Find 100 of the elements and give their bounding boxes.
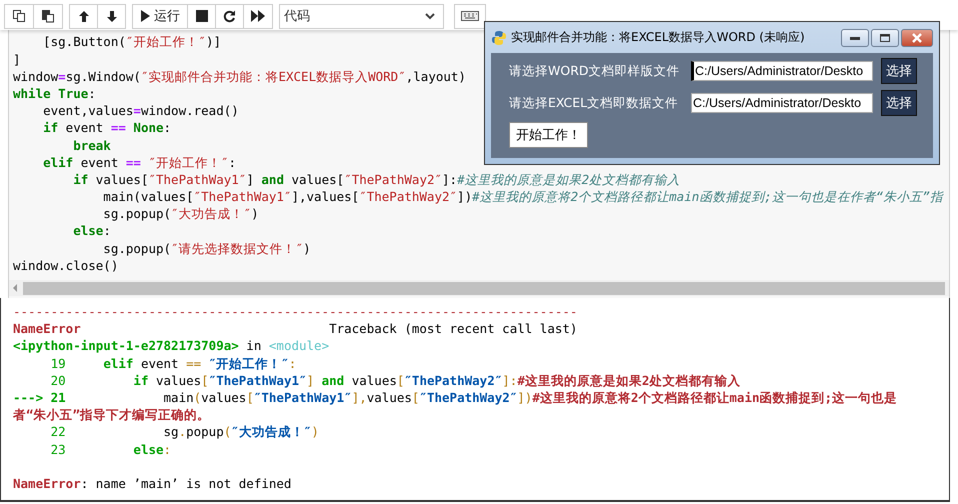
code-text: ] <box>13 52 21 67</box>
arrow-down-icon <box>106 10 118 22</box>
code-text: --------------------------------------------------------------------------- <box>13 304 578 319</box>
code-text: event,values <box>42 103 134 118</box>
code-text: if <box>72 172 88 187</box>
code-text: #这里我的原意将2个文档路径都让main函数捕捉到;这一句也是 <box>532 390 898 405</box>
code-text: Traceback (most recent call last) <box>328 321 578 336</box>
code-text: sg.Window( <box>66 68 141 84</box>
code-text: values <box>350 372 397 388</box>
code-text: NameError <box>13 321 81 336</box>
code-text: #这里我的原意是如果2处文档都有输入 <box>517 372 740 388</box>
code-text: ″开始工作！″ <box>126 34 206 50</box>
code-text: : <box>164 120 172 136</box>
start-button[interactable]: 开始工作！ <box>509 122 588 148</box>
horizontal-scrollbar[interactable] <box>9 280 949 296</box>
code-text: : <box>88 86 96 101</box>
code-text: True <box>57 86 88 101</box>
minimize-button[interactable] <box>841 28 869 46</box>
code-text: : name ’main’ is not defined <box>80 476 292 491</box>
code-text: popup <box>186 424 224 440</box>
code-text: ″ThePathWay1″ <box>194 189 292 204</box>
code-text: #这里我的原意是如果2处文档都有输入 <box>457 172 680 187</box>
code-text: : <box>164 442 172 456</box>
close-button[interactable] <box>901 28 933 46</box>
code-text: ) <box>311 424 319 440</box>
code-text: window.close() <box>13 258 118 273</box>
code-text: == <box>110 120 126 136</box>
copy-button[interactable] <box>4 4 34 28</box>
code-text: values <box>201 390 246 405</box>
code-text: )] <box>206 34 222 50</box>
code-text: sg.popup( <box>102 240 172 256</box>
stop-button[interactable] <box>187 4 216 28</box>
code-text: ″ThePathWay2″ <box>359 189 458 204</box>
code-text: ) <box>303 240 311 256</box>
fast-forward-icon <box>251 10 265 22</box>
arrow-down-button[interactable] <box>97 4 126 28</box>
code-text: ---> 21 <box>13 390 66 405</box>
cell-type-dropdown[interactable]: 代码 <box>279 4 444 28</box>
code-text: 23 <box>50 442 66 456</box>
code-text: ( <box>224 424 232 440</box>
paste-icon <box>41 9 55 23</box>
field-label: 请选择EXCEL文档即数据文件 <box>509 94 680 112</box>
code-text: ″ThePathWay1″ <box>148 172 246 187</box>
restart-icon <box>223 10 236 22</box>
code-text: ]: <box>502 372 518 388</box>
code-text: elif <box>42 154 74 170</box>
code-text: ]: <box>442 172 458 187</box>
path-input-field[interactable]: C:/Users/Administrator/Deskto <box>691 61 873 81</box>
code-text: == <box>186 356 202 371</box>
arrow-up-icon <box>78 10 90 22</box>
code-text: [sg.Button( <box>42 34 126 50</box>
code-text: main(values[ <box>102 189 194 204</box>
code-text: ″大功告成！″ <box>231 424 312 440</box>
maximize-button[interactable] <box>871 28 899 46</box>
code-text: sg <box>162 424 179 440</box>
snake-logo-icon <box>491 30 507 46</box>
code-text: = <box>133 103 141 118</box>
code-text: ]) <box>517 390 532 405</box>
code-text: and <box>320 372 344 388</box>
code-text: event <box>80 154 120 170</box>
code-text: <ipython-input-1-e2782173709a> <box>13 338 239 354</box>
code-text: ]) <box>457 189 472 204</box>
minimize-icon <box>850 36 860 40</box>
code-text: 20 <box>50 372 66 388</box>
keyboard-button[interactable] <box>454 4 486 28</box>
code-text: : <box>103 223 111 238</box>
run-button[interactable]: 运行 <box>132 4 188 28</box>
restart-button[interactable] <box>215 4 244 28</box>
chevron-down-icon <box>425 12 435 20</box>
browse-button[interactable]: 选择 <box>881 58 917 84</box>
code-text: ] <box>306 372 314 388</box>
code-text: else <box>132 442 164 456</box>
code-text: and <box>261 172 284 187</box>
code-text: 19 <box>50 356 66 371</box>
code-text: ″开始工作！″ <box>208 356 289 371</box>
copy-icon <box>12 9 26 23</box>
code-text: elif <box>102 356 134 371</box>
arrow-up-button[interactable] <box>69 4 98 28</box>
code-text: : <box>228 154 236 170</box>
code-text: [ <box>201 372 209 388</box>
code-text: if <box>132 372 148 388</box>
code-text: 22 <box>50 424 66 440</box>
code-text: ″实现邮件合并功能：将EXCEL数据导入WORD″ <box>140 68 406 84</box>
code-text: main <box>162 390 194 405</box>
path-input-field[interactable]: C:/Users/Administrator/Deskto <box>691 93 873 113</box>
scrollbar-thumb[interactable] <box>23 282 945 294</box>
code-text: . <box>178 424 186 440</box>
code-text: ″开始工作！″ <box>147 154 229 170</box>
code-text: NameError <box>13 476 81 491</box>
fast-forward-button[interactable] <box>243 4 273 28</box>
code-text: = <box>58 68 66 84</box>
browse-button[interactable]: 选择 <box>881 90 917 116</box>
close-icon <box>911 32 923 42</box>
code-text: == <box>126 154 141 170</box>
code-text: ″ThePathWay2″ <box>344 172 442 187</box>
code-text: values <box>366 390 412 405</box>
paste-button[interactable] <box>33 4 63 28</box>
code-text: else <box>72 223 104 238</box>
maximize-icon <box>880 34 890 42</box>
code-text: sg.popup( <box>102 206 172 222</box>
